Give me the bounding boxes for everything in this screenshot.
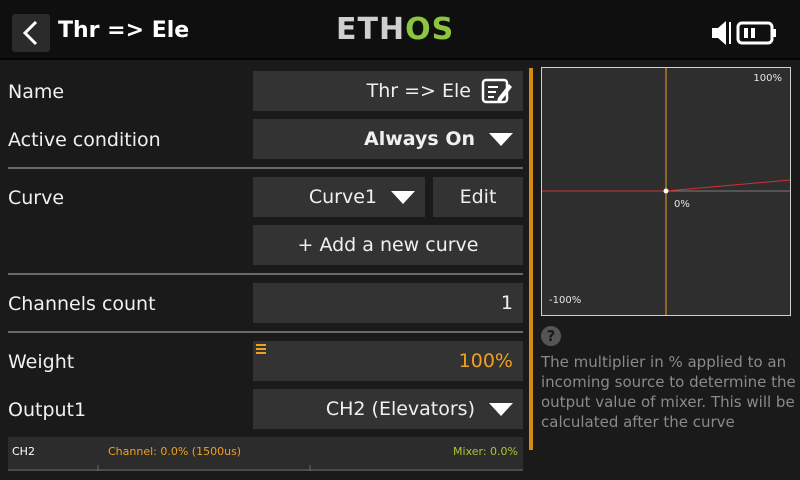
menu-lines-icon <box>256 344 266 354</box>
curve-point <box>663 188 669 194</box>
status-icons <box>710 18 780 48</box>
channel-output-text: Channel: 0.0% (1500us) <box>108 445 242 458</box>
divider <box>8 167 523 169</box>
back-chevron-icon <box>22 20 38 46</box>
logo-text-left: ETH <box>336 12 406 47</box>
help-text: The multiplier in % applied to an incomi… <box>541 353 796 431</box>
curve-line-right <box>665 179 790 192</box>
chevron-down-icon <box>391 190 415 204</box>
output-value: CH2 (Elevators) <box>325 398 475 420</box>
ethos-logo: ETHOS <box>336 12 454 47</box>
edit-curve-button[interactable]: Edit <box>433 177 523 217</box>
chevron-down-icon <box>489 132 513 146</box>
back-button[interactable] <box>12 14 50 52</box>
divider <box>8 331 523 333</box>
channels-count-field[interactable]: 1 <box>253 283 523 323</box>
channels-count-label: Channels count <box>8 293 156 315</box>
curve-top-label: 100% <box>753 73 782 84</box>
weight-label: Weight <box>8 351 75 373</box>
channel-name: CH2 <box>12 445 35 458</box>
channel-ticks <box>8 465 523 471</box>
header-bar: Thr => Ele ETHOS <box>0 0 800 60</box>
edit-curve-label: Edit <box>459 186 497 208</box>
name-label: Name <box>8 81 65 103</box>
scrollbar[interactable] <box>529 68 533 450</box>
curve-center-label: 0% <box>674 199 690 210</box>
curve-label: Curve <box>8 187 65 209</box>
add-curve-button[interactable]: + Add a new curve <box>253 225 523 265</box>
question-icon: ? <box>541 326 561 346</box>
output-label: Output1 <box>8 399 87 421</box>
logo-text-right: OS <box>405 12 455 47</box>
weight-field[interactable]: 100% <box>253 341 523 381</box>
name-value: Thr => Ele <box>366 80 471 102</box>
curve-preview: 100% 0% -100% <box>541 67 791 316</box>
page-title: Thr => Ele <box>58 18 190 43</box>
chevron-down-icon <box>489 402 513 416</box>
add-curve-label: + Add a new curve <box>297 234 479 256</box>
mixer-output-text: Mixer: 0.0% <box>453 445 518 458</box>
curve-select[interactable]: Curve1 <box>253 177 425 217</box>
active-condition-select[interactable]: Always On <box>253 119 523 159</box>
channels-count-value: 1 <box>500 292 513 314</box>
edit-text-icon <box>481 78 512 104</box>
output-select[interactable]: CH2 (Elevators) <box>253 389 523 429</box>
curve-value: Curve1 <box>308 186 377 208</box>
weight-value: 100% <box>458 350 513 372</box>
curve-bottom-label: -100% <box>549 295 582 306</box>
channel-monitor-bar: CH2 Channel: 0.0% (1500us) Mixer: 0.0% <box>8 437 523 471</box>
active-condition-label: Active condition <box>8 129 161 151</box>
battery-icon <box>736 21 776 45</box>
name-field[interactable]: Thr => Ele <box>253 71 523 111</box>
volume-icon <box>712 21 731 45</box>
active-condition-value: Always On <box>364 128 475 150</box>
divider <box>8 273 523 275</box>
